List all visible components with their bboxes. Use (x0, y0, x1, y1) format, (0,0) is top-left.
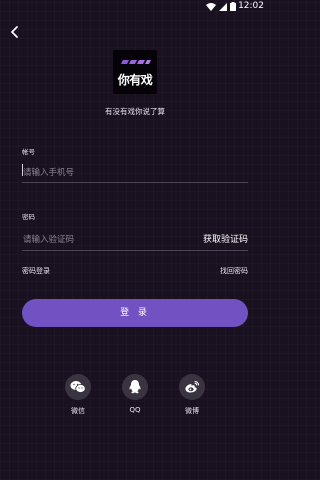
account-label: 帐号 (22, 148, 35, 156)
qq-icon (129, 380, 141, 394)
wechat-button[interactable] (65, 374, 91, 400)
battery-icon (230, 2, 236, 11)
qq-label: QQ (129, 406, 141, 414)
app-logo: 你有戏 (113, 50, 157, 94)
signal-icon (219, 2, 227, 11)
wifi-icon (206, 2, 216, 11)
code-input-underline (22, 250, 248, 251)
password-login-link[interactable]: 密码登录 (22, 266, 50, 276)
weibo-label: 微博 (185, 407, 199, 415)
wechat-login[interactable]: 微信 (63, 374, 93, 416)
password-label: 密码 (22, 213, 35, 221)
qq-login[interactable]: QQ (120, 374, 150, 414)
clapperboard-icon (121, 60, 151, 64)
weibo-button[interactable] (179, 374, 205, 400)
status-bar: 12:02 (0, 0, 270, 14)
login-button[interactable]: 登 录 (22, 299, 248, 327)
qq-button[interactable] (122, 374, 148, 400)
get-code-button[interactable]: 获取验证码 (203, 232, 248, 245)
wechat-label: 微信 (71, 407, 85, 415)
phone-input-underline (22, 182, 248, 183)
weibo-login[interactable]: 微博 (177, 374, 207, 416)
recover-password-link[interactable]: 找回密码 (220, 266, 248, 276)
weibo-icon (185, 380, 200, 393)
wechat-icon (70, 381, 86, 393)
verification-code-input[interactable]: 请输入验证码 (23, 233, 74, 245)
status-icons (206, 2, 236, 11)
slogan: 有没有戏你说了算 (105, 107, 165, 116)
logo-text: 你有戏 (117, 73, 153, 87)
back-arrow-icon[interactable] (8, 25, 22, 39)
status-time: 12:02 (238, 1, 264, 11)
phone-input[interactable]: 请输入手机号 (23, 166, 74, 178)
